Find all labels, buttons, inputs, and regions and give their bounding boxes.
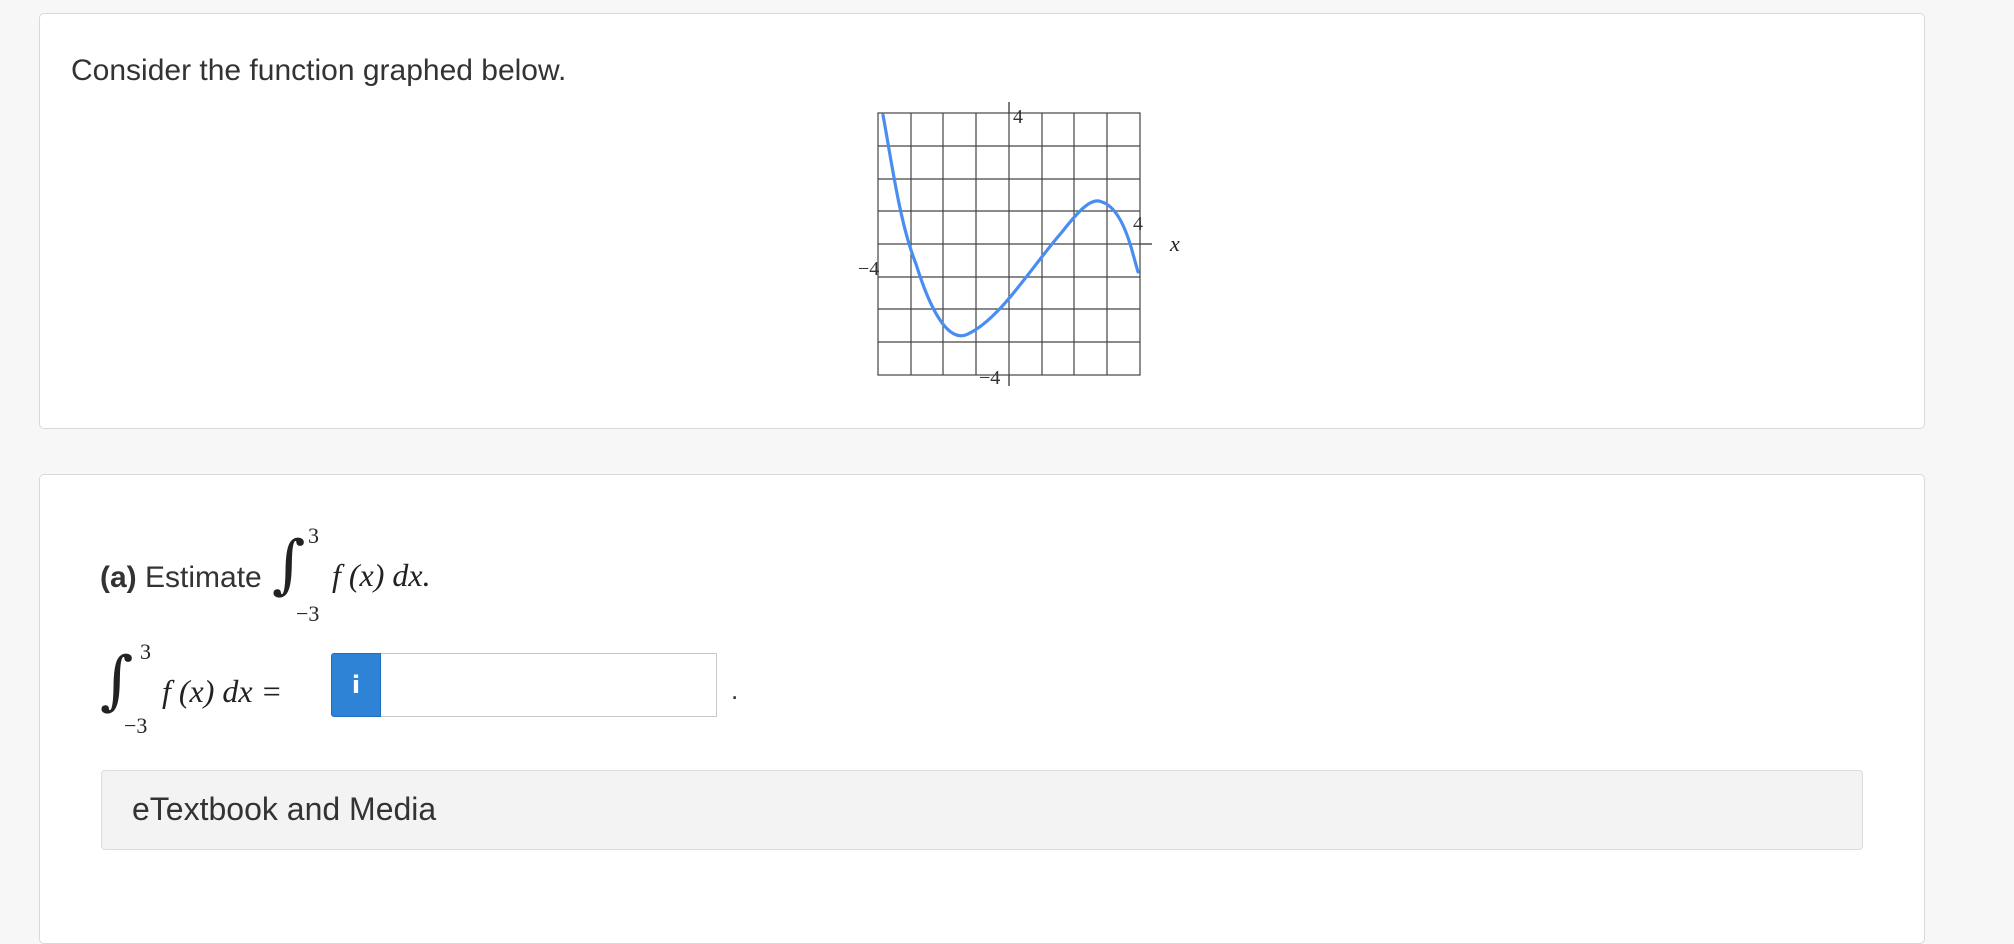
- function-graph-svg: 4 −4 −4 4 x: [858, 102, 1180, 389]
- info-icon: i: [351, 671, 361, 699]
- integral-sign-icon: ∫: [100, 644, 134, 718]
- x-axis-label: x: [1169, 231, 1180, 256]
- question-intro-card: Consider the function graphed below. 4 −…: [39, 13, 1925, 429]
- integral-lower-limit: −3: [124, 713, 148, 738]
- etextbook-media-button[interactable]: eTextbook and Media: [101, 770, 1863, 850]
- question-intro-text: Consider the function graphed below.: [71, 54, 567, 87]
- integral-upper-limit: 3: [308, 523, 319, 548]
- part-a-letter: (a): [100, 561, 137, 594]
- function-graph: 4 −4 −4 4 x: [830, 84, 1230, 404]
- info-icon-button[interactable]: i: [331, 653, 381, 717]
- answer-input[interactable]: [381, 653, 717, 717]
- part-a-prompt: (a) Estimate ∫ 3 −3 f (x) dx.: [100, 505, 700, 626]
- integral-integrand-equals: f (x) dx =: [162, 673, 283, 709]
- part-a-estimate-text: Estimate: [136, 561, 262, 594]
- tick-label-left: −4: [858, 258, 879, 280]
- integral-integrand: f (x) dx.: [332, 557, 431, 593]
- etextbook-media-label: eTextbook and Media: [132, 791, 437, 827]
- tick-label-right: 4: [1133, 213, 1143, 235]
- function-curve: [881, 113, 1140, 338]
- integral-lower-limit: −3: [296, 601, 320, 626]
- integral-upper-limit: 3: [140, 639, 151, 664]
- integral-sign-icon: ∫: [272, 528, 306, 602]
- tick-label-bottom: −4: [979, 367, 1000, 389]
- trailing-period: .: [731, 675, 739, 705]
- part-a-card: (a) Estimate ∫ 3 −3 f (x) dx. ∫ 3 −3 f (…: [39, 474, 1925, 944]
- tick-label-top: 4: [1013, 106, 1023, 128]
- graph-grid: [877, 112, 1141, 376]
- part-a-label: (a) Estimate: [100, 561, 262, 595]
